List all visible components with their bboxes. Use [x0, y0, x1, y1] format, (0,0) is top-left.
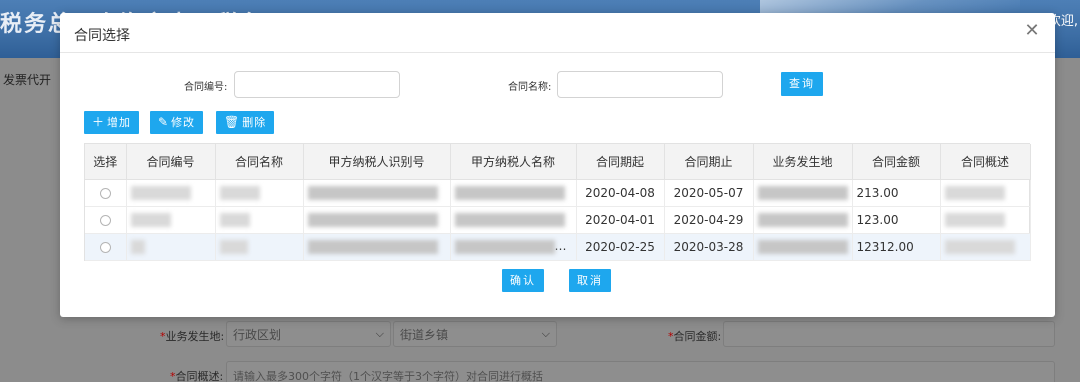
summary-cell: [940, 206, 1031, 234]
col-header-start-date: 合同期起: [576, 144, 665, 180]
col-header-amount: 合同金额: [852, 144, 941, 180]
party-tax-id-cell: [303, 179, 451, 207]
col-header-party-name: 甲方纳税人名称: [450, 144, 577, 180]
row-radio[interactable]: [99, 214, 111, 226]
table-row[interactable]: 2020-04-08 2020-05-07 213.00: [85, 179, 1031, 207]
contract-summary-label: *合同概述:: [170, 370, 224, 382]
confirm-button[interactable]: 确认: [502, 269, 544, 292]
trash-icon: 🗑: [224, 115, 240, 129]
contract-amount-label: *合同金额:: [668, 330, 722, 343]
district-select[interactable]: 行政区划 ⌵: [226, 321, 391, 347]
street-select-value: 街道乡镇: [400, 328, 449, 342]
row-radio-cell[interactable]: [85, 233, 127, 261]
add-button-label: 增加: [107, 116, 132, 129]
plus-icon: ＋: [92, 115, 105, 129]
edit-button-label: 修改: [171, 116, 196, 129]
party-tax-id-cell: [303, 206, 451, 234]
delete-button-label: 删除: [242, 116, 267, 129]
col-header-business-place: 业务发生地: [753, 144, 853, 180]
close-icon[interactable]: ✕: [1023, 22, 1041, 40]
table-row[interactable]: … 2020-02-25 2020-03-28 12312.00: [85, 233, 1031, 261]
business-place-label: *业务发生地:: [160, 330, 225, 343]
end-date-cell: 2020-04-29: [664, 206, 754, 234]
dialog-title: 合同选择: [74, 28, 130, 44]
business-place-cell: [753, 206, 853, 234]
delete-button[interactable]: 🗑 删除: [216, 111, 275, 134]
query-button[interactable]: 查询: [781, 72, 823, 96]
row-radio[interactable]: [99, 241, 111, 253]
business-place-cell: [753, 233, 853, 261]
table-row[interactable]: 2020-04-01 2020-04-29 123.00: [85, 206, 1031, 234]
street-select[interactable]: 街道乡镇 ⌵: [393, 321, 557, 347]
edit-button[interactable]: ✎ 修改: [150, 111, 204, 134]
row-radio[interactable]: [99, 187, 111, 199]
summary-cell: [940, 179, 1031, 207]
dialog-divider: [60, 52, 1055, 53]
party-name-cell: [450, 179, 577, 207]
contract-name-cell: [215, 179, 304, 207]
party-name-cell: …: [450, 233, 577, 261]
party-name-ellipsis: …: [554, 239, 567, 254]
col-header-contract-no: 合同编号: [126, 144, 216, 180]
contract-select-dialog: 合同选择 ✕ 合同编号: 合同名称: 查询 ＋增加 ✎ 修改 🗑 删除 选择 合同编…: [60, 13, 1055, 317]
contract-summary-field[interactable]: 请输入最多300个字符（1个汉字等于3个字符）对合同进行概括: [226, 361, 1055, 382]
party-name-cell: [450, 206, 577, 234]
contract-amount-field[interactable]: [723, 321, 1055, 347]
contract-name-input[interactable]: [557, 71, 723, 98]
contract-no-label: 合同编号:: [184, 82, 228, 93]
col-header-party-tax-id: 甲方纳税人识别号: [303, 144, 451, 180]
contract-no-cell: [126, 206, 216, 234]
contract-name-label: 合同名称:: [508, 82, 552, 93]
col-header-summary: 合同概述: [940, 144, 1031, 180]
summary-cell: [940, 233, 1031, 261]
start-date-cell: 2020-04-08: [576, 179, 665, 207]
menu-item-invoice[interactable]: 发票代开: [3, 71, 51, 88]
contract-no-cell: [126, 179, 216, 207]
chevron-down-icon: ⌵: [375, 327, 384, 340]
amount-cell: 213.00: [852, 179, 941, 207]
col-header-select: 选择: [85, 144, 127, 180]
party-tax-id-cell: [303, 233, 451, 261]
table-header-row: 选择 合同编号 合同名称 甲方纳税人识别号 甲方纳税人名称 合同期起 合同期止 …: [85, 144, 1031, 180]
chevron-down-icon: ⌵: [541, 327, 550, 340]
col-header-contract-name: 合同名称: [215, 144, 304, 180]
contract-table: 选择 合同编号 合同名称 甲方纳税人识别号 甲方纳税人名称 合同期起 合同期止 …: [84, 143, 1031, 261]
district-select-value: 行政区划: [233, 328, 282, 342]
col-header-end-date: 合同期止: [664, 144, 754, 180]
contract-no-cell: [126, 233, 216, 261]
end-date-cell: 2020-05-07: [664, 179, 754, 207]
add-button[interactable]: ＋增加: [84, 111, 140, 134]
pencil-icon: ✎: [158, 115, 169, 129]
contract-name-cell: [215, 233, 304, 261]
start-date-cell: 2020-02-25: [576, 233, 665, 261]
end-date-cell: 2020-03-28: [664, 233, 754, 261]
contract-no-input[interactable]: [234, 71, 400, 98]
row-radio-cell[interactable]: [85, 179, 127, 207]
amount-cell: 123.00: [852, 206, 941, 234]
start-date-cell: 2020-04-01: [576, 206, 665, 234]
cancel-button[interactable]: 取消: [569, 269, 611, 292]
amount-cell: 12312.00: [852, 233, 941, 261]
business-place-cell: [753, 179, 853, 207]
contract-name-cell: [215, 206, 304, 234]
row-radio-cell[interactable]: [85, 206, 127, 234]
